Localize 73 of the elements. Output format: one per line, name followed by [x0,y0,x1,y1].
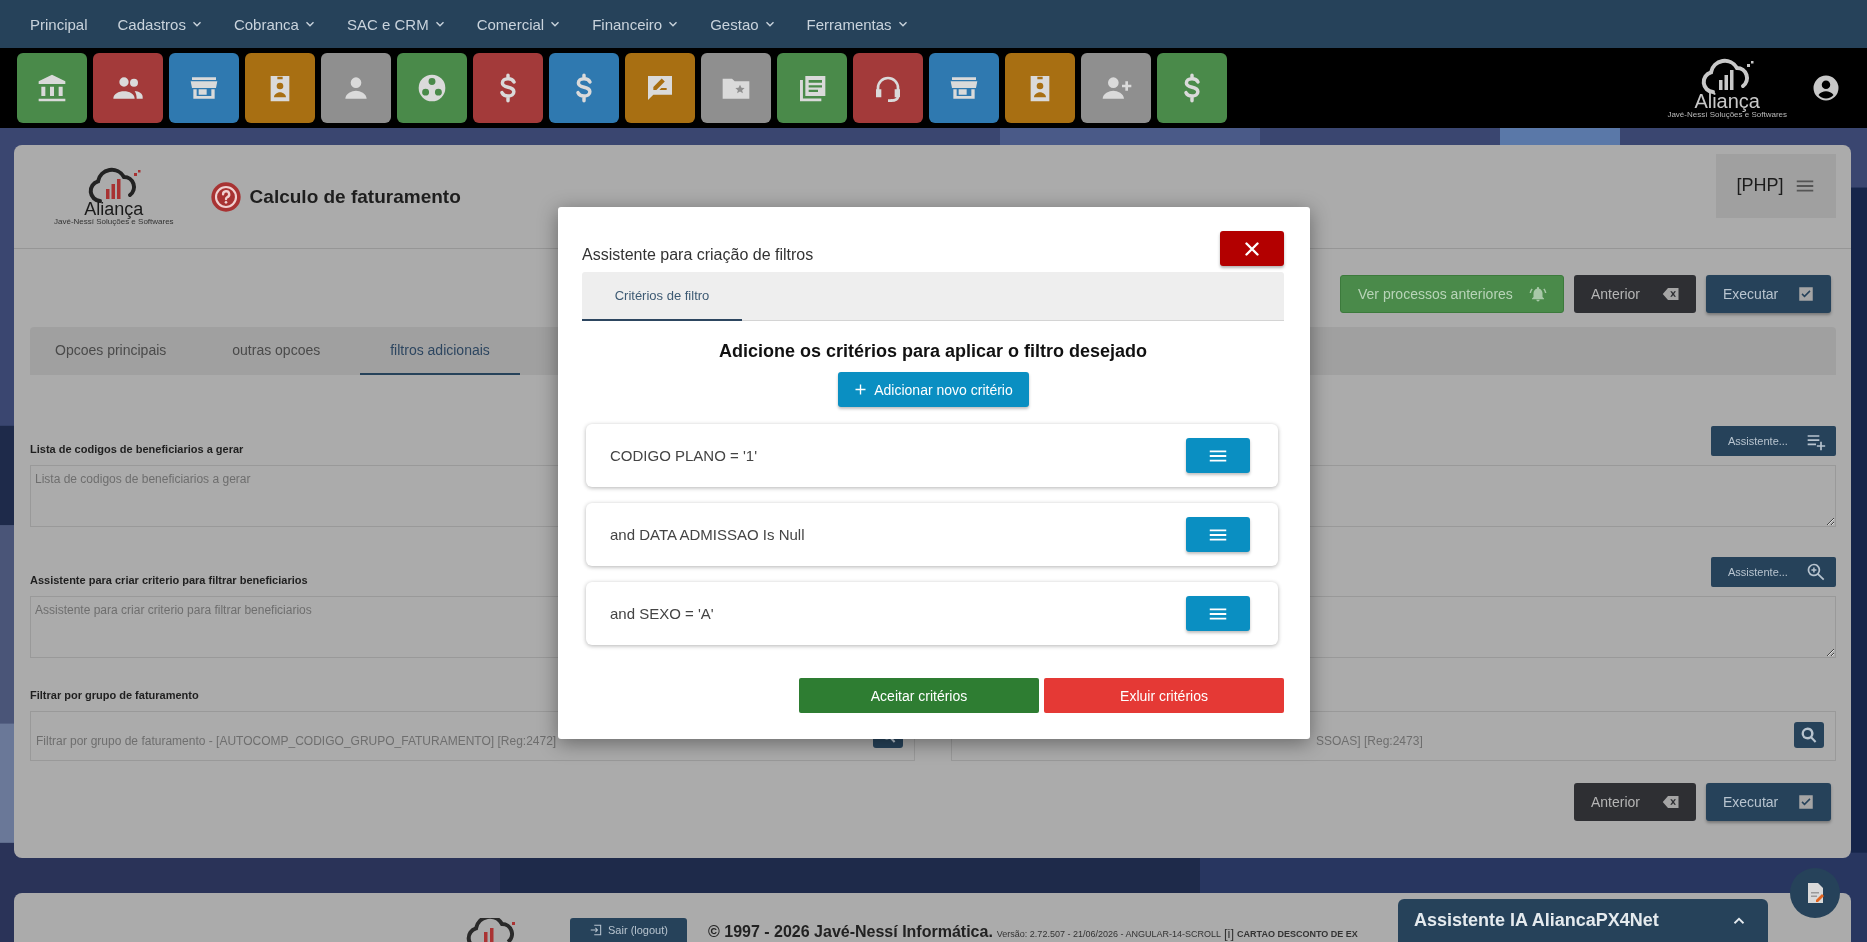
logout-button[interactable]: Sair (logout) [570,918,687,942]
assistant-button[interactable]: Assistente... [1711,426,1836,456]
menu-button[interactable] [1186,517,1250,552]
toolbar-shortcut[interactable] [625,53,695,123]
toolbar-shortcut[interactable] [397,53,467,123]
criterion-text: and SEXO = 'A' [610,605,714,622]
film-reel-icon [416,72,448,104]
client-name: CARTAO DESCONTO DE EX [1237,929,1358,941]
plus-icon [853,382,869,397]
search-button[interactable] [1794,722,1824,748]
zoom-in-icon [1806,562,1826,582]
add-criterion-button[interactable]: Adicionar novo critério [837,372,1029,407]
field-label: Lista de codigos de beneficiarios a gerar [30,443,244,457]
field-label: Filtrar por grupo de faturamento [30,689,199,703]
run-button[interactable]: Executar [1706,783,1831,821]
tab[interactable]: Opcoes principais [30,327,193,375]
toolbar-shortcut[interactable] [1081,53,1151,123]
assistant-button[interactable]: Assistente... [1711,557,1836,587]
nav-menu-item[interactable]: Cadastros [105,9,216,39]
logo-text: Aliança [84,201,144,217]
menu-button[interactable] [1186,438,1250,473]
assistant-panel-header[interactable]: Assistente IA AliancaPX4Net [1398,899,1768,942]
toolbar-shortcut[interactable] [17,53,87,123]
version-text: Versão: 2.72.507 - 21/06/2026 - ANGULAR-14-SCROLL [995,929,1221,941]
search-icon [1800,726,1818,744]
toolbar-shortcut[interactable] [93,53,163,123]
copyright-text: © 1997 - 2026 Javé-Nessí Informática. [708,923,993,942]
nav-menu-item[interactable]: Ferramentas [794,9,922,39]
back-button[interactable]: Anterior [1574,275,1696,313]
checkbox-icon [1797,285,1815,303]
toolbar-shortcut[interactable] [1005,53,1075,123]
toolbar-shortcut[interactable] [777,53,847,123]
backspace-icon [1662,285,1680,303]
field-label: Assistente para criar criterio para filtrar beneficiarios [30,574,308,588]
nav-menu-item[interactable]: Gestao [698,9,789,39]
dialog-title: Assistente para criação de filtros [582,244,814,264]
bell-icon [1529,285,1547,303]
toolbar-shortcut[interactable] [245,53,315,123]
toolbar-shortcut[interactable] [473,53,543,123]
accept-button[interactable]: Aceitar critérios [799,678,1039,713]
criterion-text: and DATA ADMISSAO Is Null [610,526,805,543]
tab[interactable]: Critérios de filtro [582,272,742,321]
user-avatar-icon [1811,73,1841,103]
close-button[interactable] [1220,231,1284,266]
page-title: Calculo de faturamento [249,185,461,208]
logo-text: Aliança [1694,91,1760,110]
run-button[interactable]: Executar [1706,275,1831,313]
nav-menu-item[interactable]: Financeiro [580,9,693,39]
backspace-icon [1662,793,1680,811]
back-button[interactable]: Anterior [1574,783,1696,821]
logout-icon [589,923,604,937]
tab[interactable]: outras opcoes [206,327,347,375]
delete-button[interactable]: Exluir critérios [1044,678,1284,713]
toolbar-shortcut[interactable] [929,53,999,123]
toolbar-shortcut[interactable] [701,53,771,123]
nav-menu-item[interactable]: SAC e CRM [334,9,459,39]
toolbar-shortcut[interactable] [169,53,239,123]
toolbar-shortcut[interactable] [853,53,923,123]
toolbar-shortcut[interactable] [549,53,619,123]
criterion-text: CODIGO PLANO = '1' [610,447,758,464]
help-icon [209,180,242,213]
info-link[interactable]: [i] [1221,926,1238,942]
tab[interactable]: filtros adicionais [360,327,520,375]
bank-icon [36,72,68,104]
menu-button[interactable] [1186,596,1250,631]
toolbar-shortcut[interactable] [1157,53,1227,123]
nav-menu-item[interactable]: Comercial [464,9,575,39]
toolbar-shortcut[interactable] [321,53,391,123]
nav-menu-item[interactable]: Cobranca [221,9,329,39]
dialog-heading: Adicione os critérios para aplicar o filtro desejado [717,341,1149,362]
checkbox-icon [1797,793,1815,811]
menu-button[interactable]: [PHP] [1716,153,1836,218]
nav-menu-item[interactable]: Principal [18,9,100,39]
